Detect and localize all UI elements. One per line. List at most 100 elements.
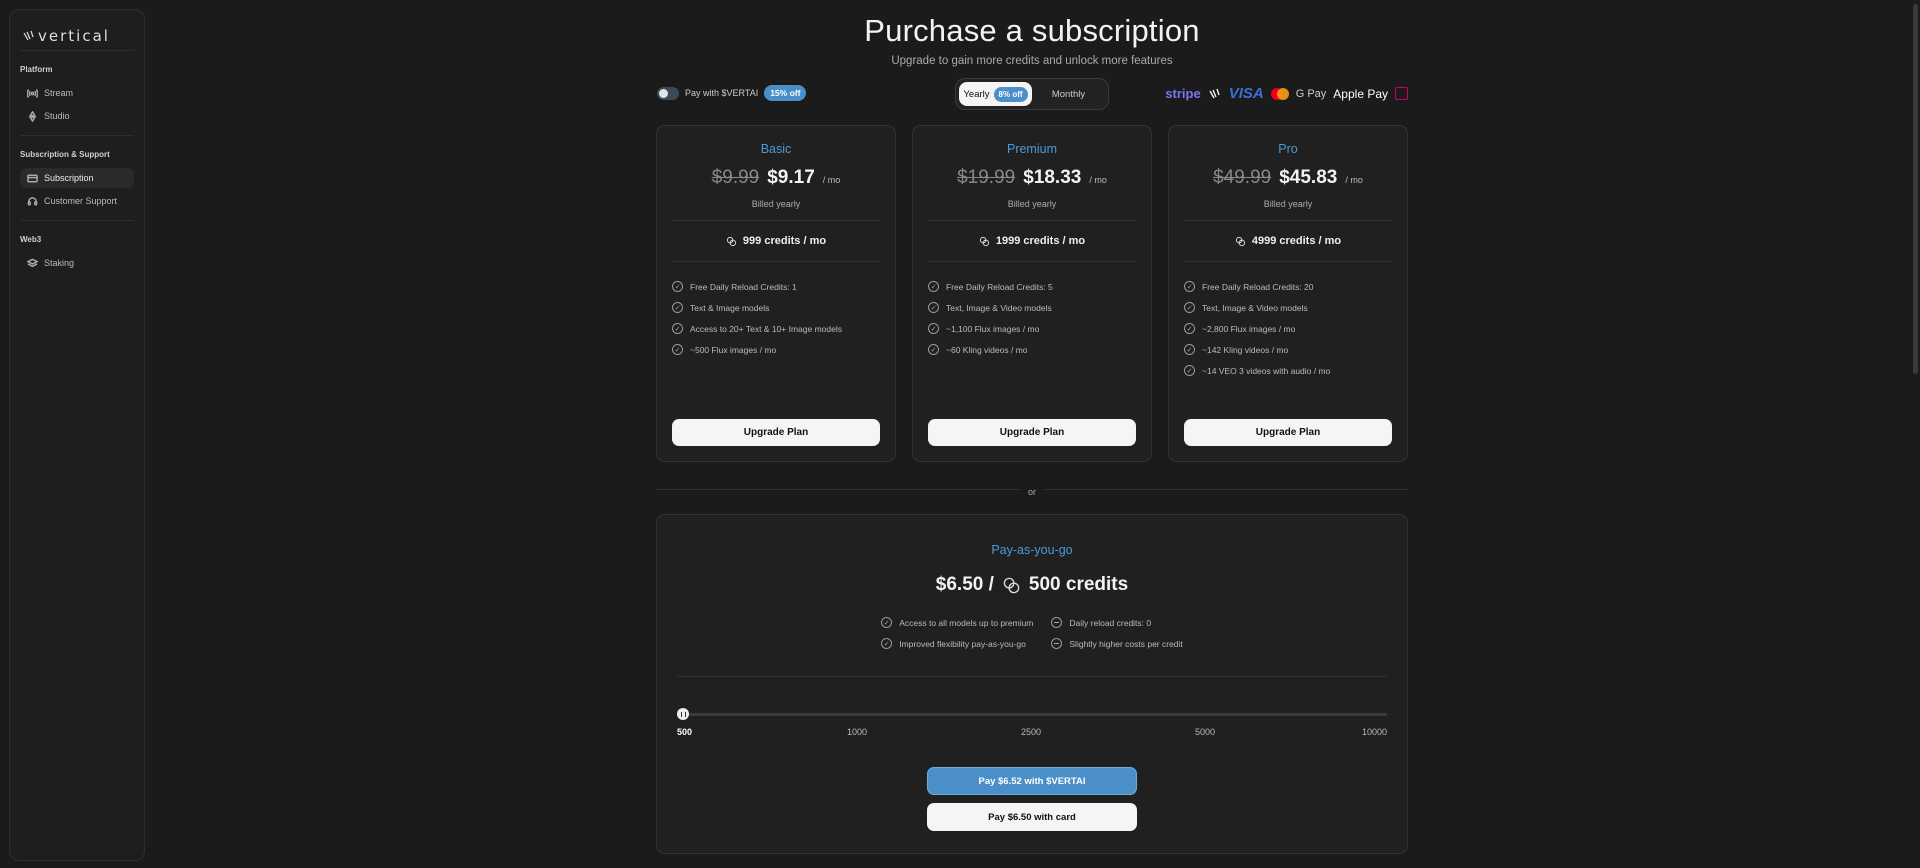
divider (928, 220, 1136, 221)
scrollbar-thumb[interactable] (1913, 4, 1918, 374)
sidebar-section-platform: Platform Stream Studio (10, 51, 144, 135)
feature-item: ✓ ~142 Kling videos / mo (1184, 339, 1392, 360)
plan-old-price: $9.99 (711, 167, 760, 188)
plan-period: / mo (822, 175, 841, 185)
sidebar-item-label: Stream (44, 88, 74, 98)
logo[interactable]: vertical (10, 10, 144, 50)
divider (928, 261, 1136, 262)
plan-name: Pro (1278, 142, 1298, 156)
payg-features-right: Daily reload credits: 0 Slightly higher … (1051, 612, 1183, 654)
stream-icon (27, 88, 38, 98)
feature-text: ~2,800 Flux images / mo (1202, 323, 1296, 334)
check-circle-icon: ✓ (672, 323, 683, 334)
slider-handle[interactable] (677, 708, 689, 720)
plan-name: Basic (760, 142, 792, 156)
plan-period: / mo (1345, 175, 1363, 185)
plan-prices: $19.99 $18.33 / mo (928, 167, 1136, 189)
feature-item: ✓ Improved flexibility pay-as-you-go (881, 633, 1033, 654)
plan-credits-label: 1999 credits / mo (995, 235, 1086, 247)
minus-circle-icon (1051, 617, 1063, 628)
billing-monthly-option[interactable]: Monthly (1032, 82, 1105, 106)
billing-monthly-label: Monthly (1051, 88, 1086, 100)
feature-text: Daily reload credits: 0 (1069, 617, 1152, 628)
visa-logo: VISA (1228, 85, 1264, 102)
payg-credits: 500 credits (1028, 574, 1129, 595)
feature-item: ✓ ~500 Flux images / mo (672, 339, 880, 360)
credits-slider[interactable]: 500 1000 2500 5000 10000 (677, 707, 1387, 747)
slider-tick[interactable]: 500 (677, 727, 692, 737)
google-pay-logo: G Pay (1295, 87, 1327, 100)
pay-with-vertai-toggle-group: Pay with $VERTAI 15% off (657, 85, 807, 101)
logo-text: vertical (38, 27, 110, 45)
check-circle-icon: ✓ (881, 638, 893, 649)
divider (1184, 220, 1392, 221)
check-circle-icon: ✓ (928, 344, 939, 355)
pay-with-vertai-button[interactable]: Pay $6.52 with $VERTAI (927, 767, 1137, 795)
slider-tick[interactable]: 10000 (1362, 727, 1387, 737)
payment-logos: stripe VISA G Pay Apple Pay (1165, 85, 1408, 102)
check-circle-icon: ✓ (1184, 281, 1195, 292)
feature-text: Free Daily Reload Credits: 20 (1202, 281, 1314, 292)
plan-price: $45.83 (1279, 167, 1338, 188)
mastercard-logo-icon (1270, 87, 1289, 100)
check-circle-icon: ✓ (928, 302, 939, 313)
feature-item: Daily reload credits: 0 (1051, 612, 1182, 633)
sidebar-section-subscription: Subscription & Support Subscription Cust… (10, 136, 144, 220)
plan-credits-label: 4999 credits / mo (1251, 235, 1342, 247)
plan-price: $9.17 (767, 167, 815, 188)
page-title: Purchase a subscription (864, 13, 1200, 48)
upgrade-plan-button[interactable]: Upgrade Plan (928, 419, 1136, 446)
feature-item: Slightly higher costs per credit (1051, 633, 1183, 654)
feature-text: Text, Image & Video models (1202, 302, 1308, 313)
feature-item: ✓ Text, Image & Video models (1184, 297, 1392, 318)
slider-tick[interactable]: 1000 (847, 727, 867, 737)
pay-with-card-button[interactable]: Pay $6.50 with card (927, 803, 1137, 831)
feature-text: Free Daily Reload Credits: 1 (690, 281, 797, 292)
divider (672, 261, 880, 262)
sidebar-item-label: Studio (44, 111, 70, 121)
check-circle-icon: ✓ (928, 281, 939, 292)
feature-text: ~1,100 Flux images / mo (946, 323, 1040, 334)
upgrade-plan-button[interactable]: Upgrade Plan (672, 419, 880, 446)
plan-period: / mo (1089, 175, 1107, 185)
payg-price: $6.50 / 500 credits (657, 574, 1407, 596)
billing-yearly-option[interactable]: Yearly 8% off (959, 82, 1032, 106)
upgrade-plan-button[interactable]: Upgrade Plan (1184, 419, 1392, 446)
sidebar-item-label: Staking (44, 258, 75, 268)
check-circle-icon: ✓ (1184, 344, 1195, 355)
plan-card-basic: Basic $9.99 $9.17 / mo Billed yearly 999… (656, 125, 896, 462)
studio-icon (28, 110, 37, 122)
check-circle-icon: ✓ (881, 617, 893, 628)
pay-with-vertai-toggle[interactable] (657, 86, 679, 100)
slider-tick[interactable]: 2500 (1021, 727, 1041, 737)
plan-billed-note: Billed yearly (1007, 199, 1057, 209)
apple-pay-logo: Apple Pay (1333, 86, 1388, 101)
logo-icon (23, 30, 34, 41)
ideal-logo-icon (1395, 87, 1408, 100)
payg-features-left: ✓ Access to all models up to premium ✓ Imp… (881, 612, 1033, 654)
plan-features: ✓ Free Daily Reload Credits: 20 ✓ Text, Im… (1184, 276, 1392, 381)
sidebar-item-staking[interactable]: Staking (20, 253, 134, 273)
controls-bar: Pay with $VERTAI 15% off Yearly 8% off M… (656, 78, 1408, 119)
coins-icon (979, 236, 989, 246)
check-circle-icon: ✓ (928, 323, 939, 334)
plan-prices: $49.99 $45.83 / mo (1184, 167, 1392, 189)
feature-text: Slightly higher costs per credit (1069, 638, 1183, 649)
pay-as-you-go-card: Pay-as-you-go $6.50 / 500 credits ✓ Acces… (656, 514, 1408, 854)
slider-track[interactable] (677, 713, 1387, 716)
plan-card-pro: Pro $49.99 $45.83 / mo Billed yearly 499… (1168, 125, 1408, 462)
sidebar-item-stream[interactable]: Stream (20, 83, 134, 103)
plan-name: Premium (1006, 142, 1057, 156)
discount-badge: 15% off (764, 85, 807, 101)
sidebar-item-studio[interactable]: Studio (20, 106, 134, 126)
divider (677, 676, 1387, 677)
card-icon (27, 174, 38, 182)
vertical-logo-icon (1209, 88, 1220, 98)
billing-period-switch: Yearly 8% off Monthly (955, 78, 1109, 110)
sidebar-item-subscription[interactable]: Subscription (20, 168, 134, 188)
sidebar-item-customer-support[interactable]: Customer Support (20, 191, 134, 211)
plan-prices: $9.99 $9.17 / mo (672, 167, 880, 189)
slider-tick[interactable]: 5000 (1195, 727, 1215, 737)
page-scrollbar[interactable] (1911, 0, 1920, 868)
feature-text: Text, Image & Video models (946, 302, 1052, 313)
